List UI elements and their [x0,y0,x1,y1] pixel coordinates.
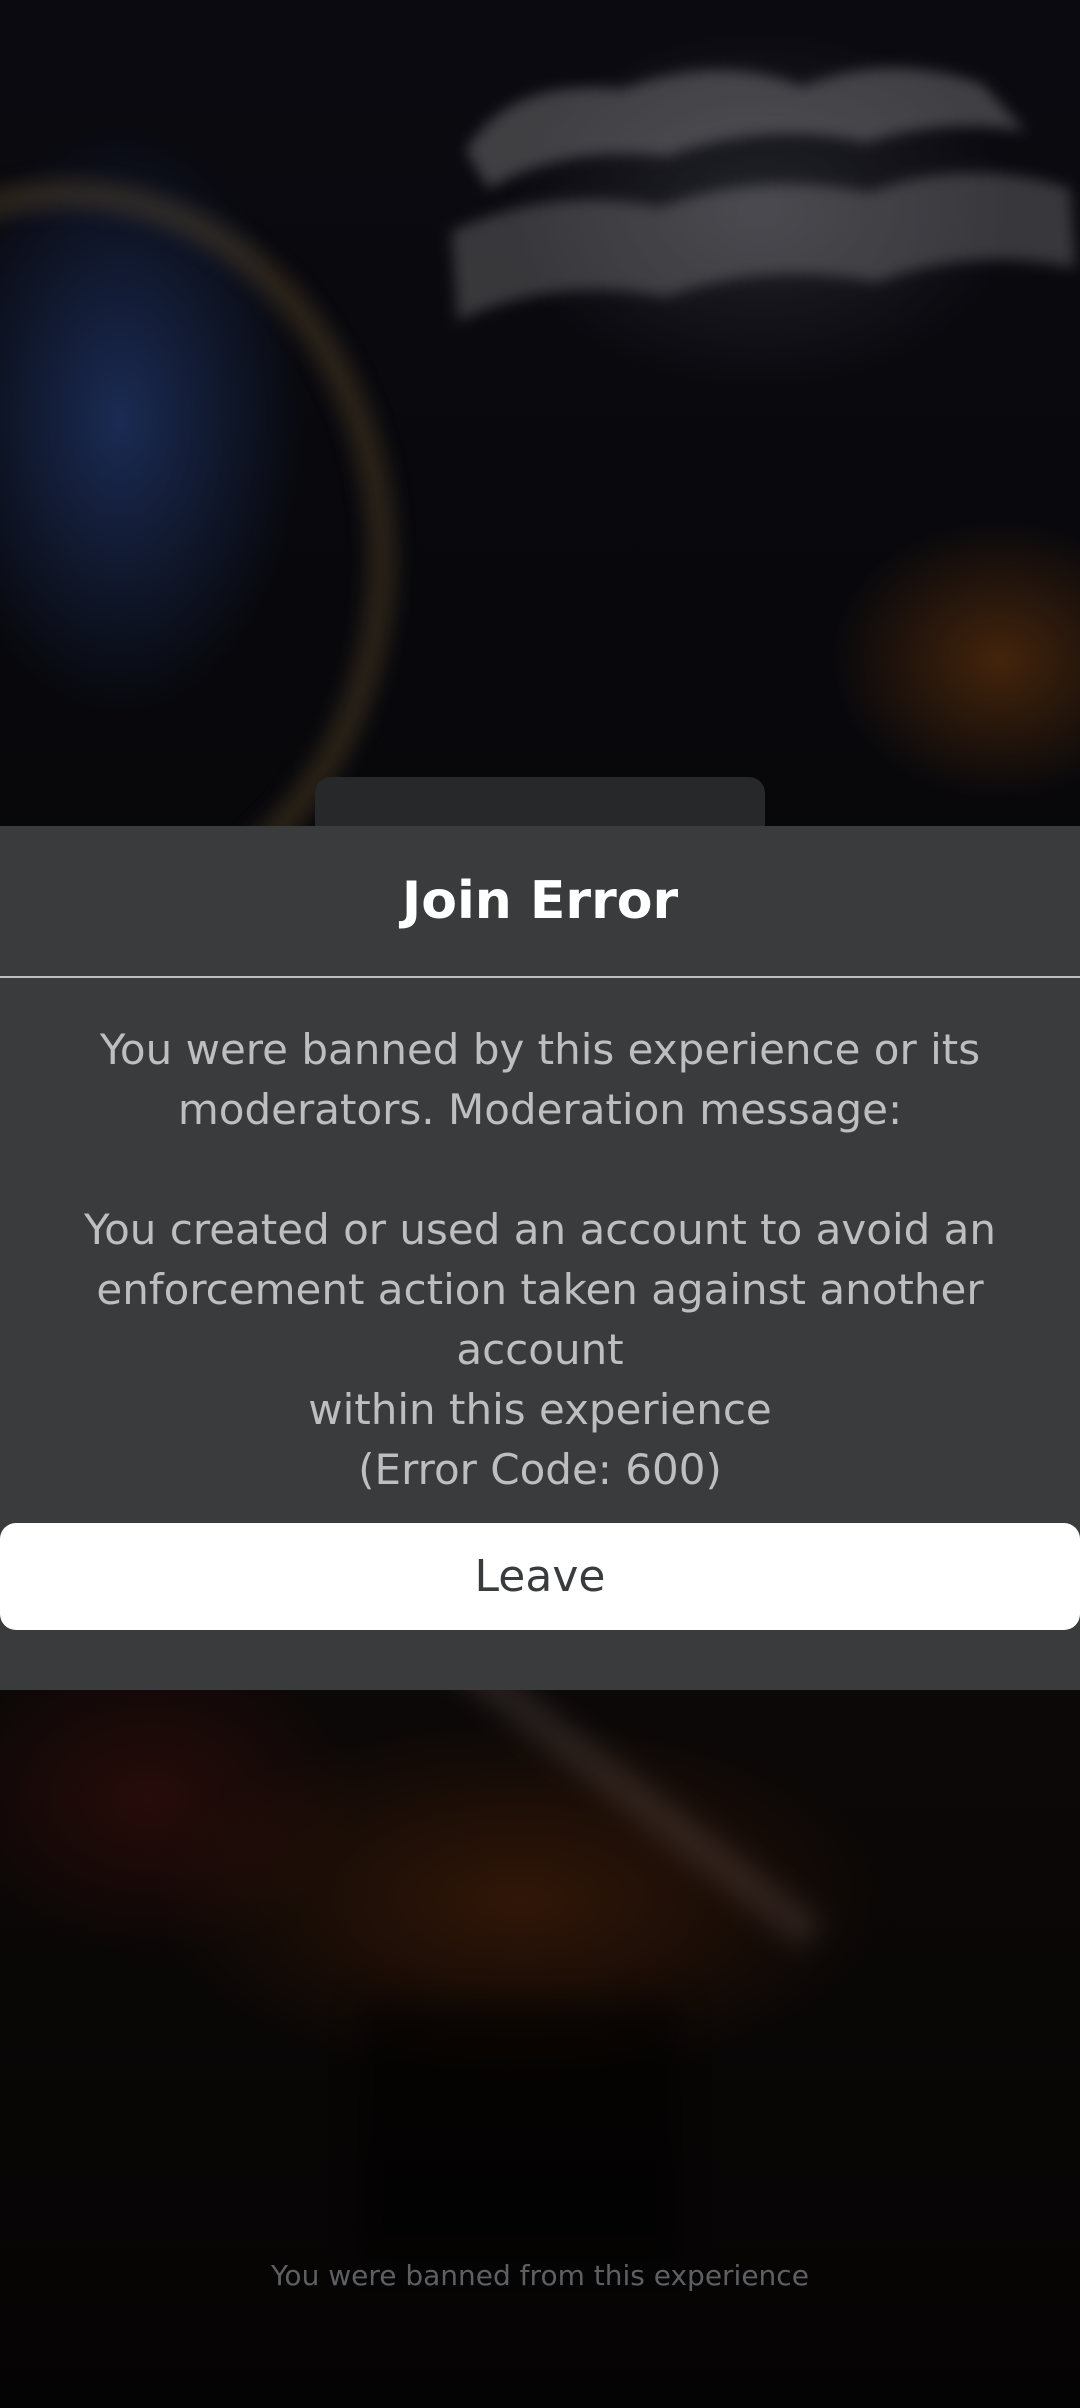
reason-line-3: within this experience [308,1385,772,1434]
join-error-dialog: Join Error You were banned by this exper… [0,826,1080,1690]
game-logo-blurred [420,17,1080,382]
reason-line-1: You created or used an account to avoid … [84,1205,996,1254]
moderation-reason: You created or used an account to avoid … [18,1200,1062,1500]
background-shadow-shape [360,2000,680,2260]
error-code: (Error Code: 600) [358,1445,722,1494]
ban-message-line-2: moderators. Moderation message: [177,1085,903,1134]
dialog-body: You were banned by this experience or it… [0,1020,1080,1500]
leave-button-label: Leave [474,1550,606,1602]
reason-line-2: enforcement action taken against another… [96,1265,984,1374]
ban-status-text: You were banned from this experience [271,2259,809,2292]
ban-message-line-1: You were banned by this experience or it… [99,1025,981,1074]
dialog-title: Join Error [401,871,679,931]
dialog-header: Join Error [0,826,1080,978]
ban-message: You were banned by this experience or it… [18,1020,1062,1140]
dialog-top-tab [315,777,765,827]
leave-button[interactable]: Leave [0,1523,1080,1630]
